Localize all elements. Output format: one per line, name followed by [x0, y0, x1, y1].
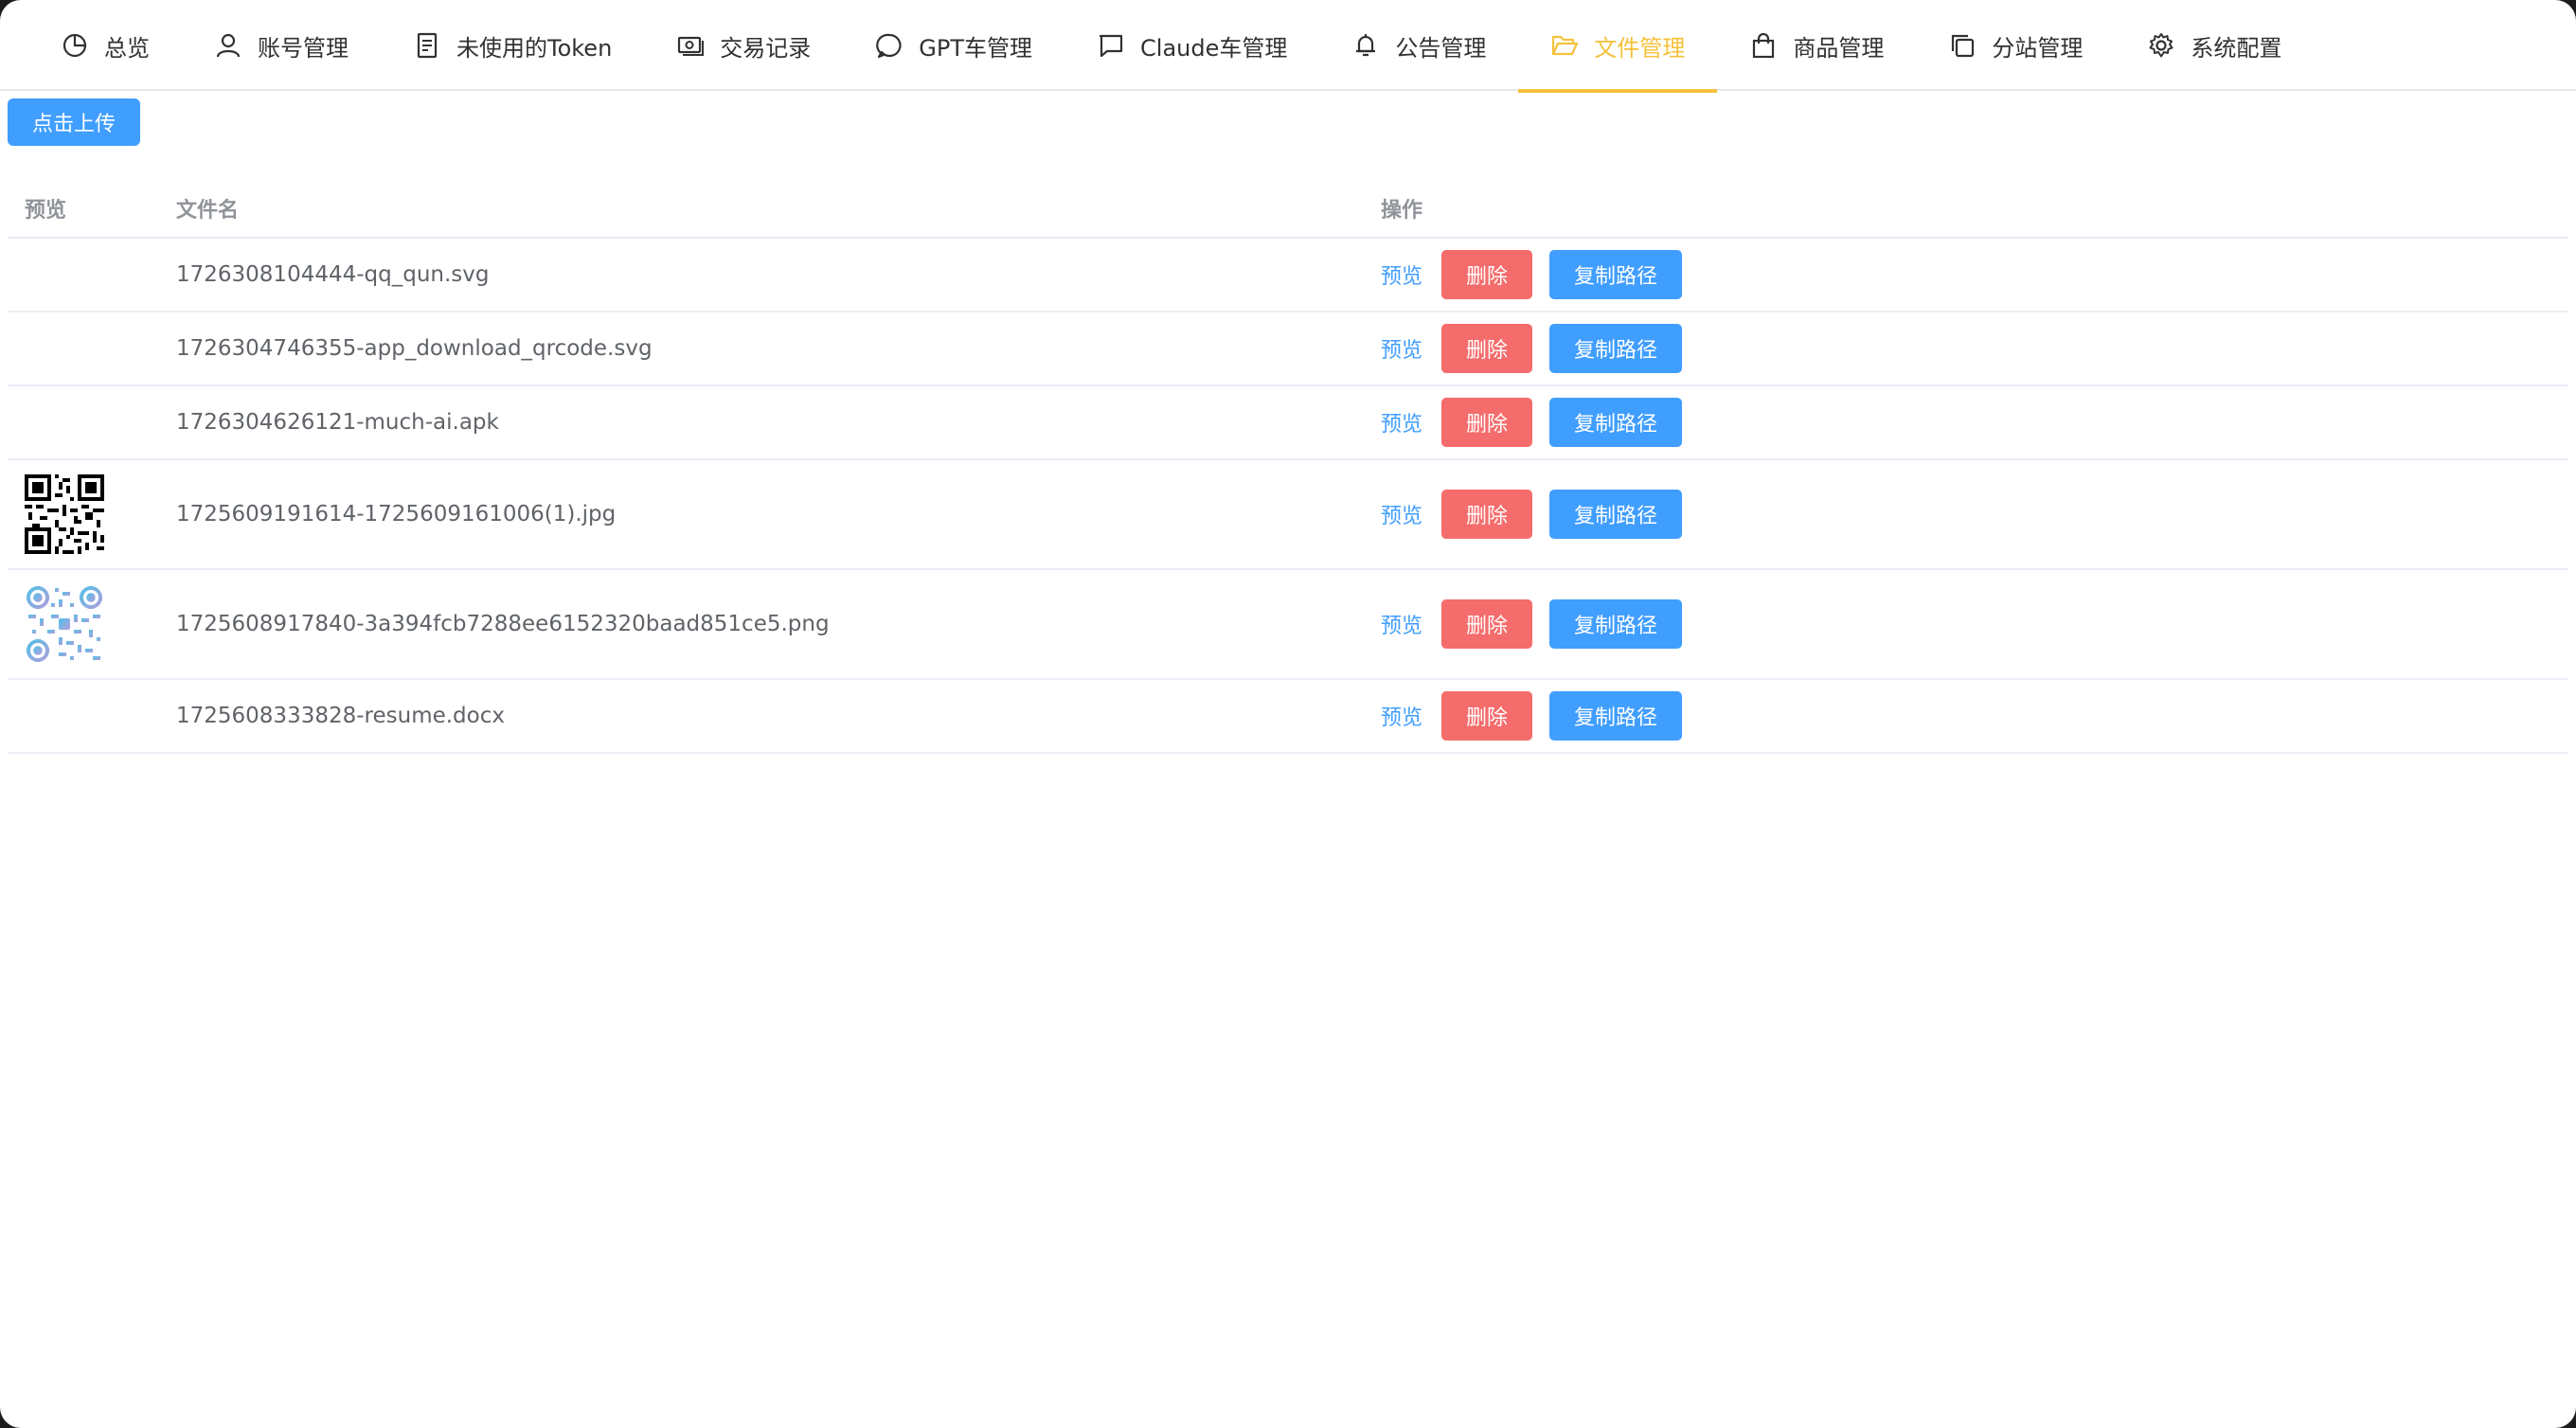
menu-item-accounts[interactable]: 账号管理: [182, 0, 381, 91]
delete-button[interactable]: 删除: [1441, 250, 1533, 299]
delete-button[interactable]: 删除: [1441, 490, 1533, 539]
upload-button[interactable]: 点击上传: [8, 98, 140, 146]
header-ops: 操作: [1381, 199, 1423, 223]
filename: 1725608333828-resume.docx: [176, 704, 505, 728]
copy-path-button[interactable]: 复制路径: [1549, 250, 1683, 299]
menu-label: 分站管理: [1992, 34, 2084, 62]
menu-label: 商品管理: [1793, 34, 1885, 62]
preview-link[interactable]: 预览: [1381, 701, 1422, 731]
preview-link[interactable]: 预览: [1381, 259, 1422, 290]
menu-item-settings[interactable]: 系统配置: [2115, 0, 2314, 91]
top-menu: 总览 账号管理 未使用的Token 交易记录 GPT车管理 Claude车管理 …: [0, 0, 2576, 93]
ops-cell: 预览 删除 复制路径: [1381, 250, 2568, 299]
bell-icon: [1351, 31, 1380, 60]
preview-cell: [8, 584, 176, 664]
menu-item-files[interactable]: 文件管理: [1518, 0, 1718, 93]
qr-code-thumbnail[interactable]: [25, 474, 104, 554]
preview-link[interactable]: 预览: [1381, 609, 1422, 639]
delete-button[interactable]: 删除: [1441, 691, 1533, 741]
copy-path-button[interactable]: 复制路径: [1549, 324, 1683, 373]
menu-label: 账号管理: [258, 34, 349, 62]
chat-round-icon: [875, 31, 903, 60]
table-row: 1726304746355-app_download_qrcode.svg 预览…: [8, 312, 2568, 386]
table-row: 1725609191614-1725609161006(1).jpg 预览 删除…: [8, 460, 2568, 570]
delete-button[interactable]: 删除: [1441, 398, 1533, 447]
menu-item-products[interactable]: 商品管理: [1717, 0, 1916, 91]
menu-label: 未使用的Token: [456, 34, 613, 62]
copy-path-button[interactable]: 复制路径: [1549, 490, 1683, 539]
shopping-bag-icon: [1749, 31, 1778, 60]
filename: 1725609191614-1725609161006(1).jpg: [176, 502, 617, 527]
copy-icon: [1948, 31, 1977, 60]
pie-chart-icon: [61, 31, 89, 60]
document-icon: [413, 31, 441, 60]
menu-label: 系统配置: [2191, 34, 2282, 62]
delete-button[interactable]: 删除: [1441, 599, 1533, 649]
menu-item-gpt[interactable]: GPT车管理: [843, 0, 1064, 91]
header-filename: 文件名: [176, 199, 240, 223]
filename: 1725608917840-3a394fcb7288ee6152320baad8…: [176, 612, 830, 636]
menu-label: Claude车管理: [1140, 34, 1288, 62]
menu-item-overview[interactable]: 总览: [28, 0, 182, 91]
table-row: 1725608333828-resume.docx 预览 删除 复制路径: [8, 680, 2568, 754]
menu-label: 总览: [104, 34, 150, 62]
qr-code-thumbnail[interactable]: [25, 584, 104, 664]
ops-cell: 预览 删除 复制路径: [1381, 691, 2568, 741]
menu-item-announcements[interactable]: 公告管理: [1319, 0, 1518, 91]
user-icon: [214, 31, 242, 60]
table-header: 预览 文件名 操作: [8, 180, 2568, 239]
menu-label: 文件管理: [1594, 34, 1686, 62]
ops-cell: 预览 删除 复制路径: [1381, 324, 2568, 373]
delete-button[interactable]: 删除: [1441, 324, 1533, 373]
table-row: 1725608917840-3a394fcb7288ee6152320baad8…: [8, 570, 2568, 680]
menu-label: 交易记录: [720, 34, 812, 62]
copy-path-button[interactable]: 复制路径: [1549, 398, 1683, 447]
preview-link[interactable]: 预览: [1381, 333, 1422, 364]
preview-link[interactable]: 预览: [1381, 499, 1422, 529]
folder-open-icon: [1550, 31, 1579, 60]
table-row: 1726304626121-much-ai.apk 预览 删除 复制路径: [8, 386, 2568, 460]
ops-cell: 预览 删除 复制路径: [1381, 599, 2568, 649]
menu-item-unused-token[interactable]: 未使用的Token: [381, 0, 644, 91]
menu-item-substations[interactable]: 分站管理: [1916, 0, 2115, 91]
table-row: 1726308104444-qq_qun.svg 预览 删除 复制路径: [8, 239, 2568, 312]
filename: 1726304626121-much-ai.apk: [176, 410, 499, 435]
chat-square-icon: [1097, 31, 1125, 60]
copy-path-button[interactable]: 复制路径: [1549, 599, 1683, 649]
header-preview: 预览: [25, 199, 67, 223]
app-window: 总览 账号管理 未使用的Token 交易记录 GPT车管理 Claude车管理 …: [0, 0, 2576, 1428]
filename: 1726308104444-qq_qun.svg: [176, 262, 490, 287]
preview-cell: [8, 474, 176, 554]
menu-item-claude[interactable]: Claude车管理: [1064, 0, 1319, 91]
preview-link[interactable]: 预览: [1381, 407, 1422, 437]
money-icon: [676, 31, 705, 60]
menu-label: 公告管理: [1395, 34, 1487, 62]
file-table: 预览 文件名 操作 1726308104444-qq_qun.svg 预览 删除…: [8, 180, 2568, 754]
copy-path-button[interactable]: 复制路径: [1549, 691, 1683, 741]
menu-label: GPT车管理: [919, 34, 1033, 62]
gear-icon: [2147, 31, 2175, 60]
filename: 1726304746355-app_download_qrcode.svg: [176, 336, 653, 361]
menu-item-transactions[interactable]: 交易记录: [644, 0, 843, 91]
ops-cell: 预览 删除 复制路径: [1381, 398, 2568, 447]
ops-cell: 预览 删除 复制路径: [1381, 490, 2568, 539]
